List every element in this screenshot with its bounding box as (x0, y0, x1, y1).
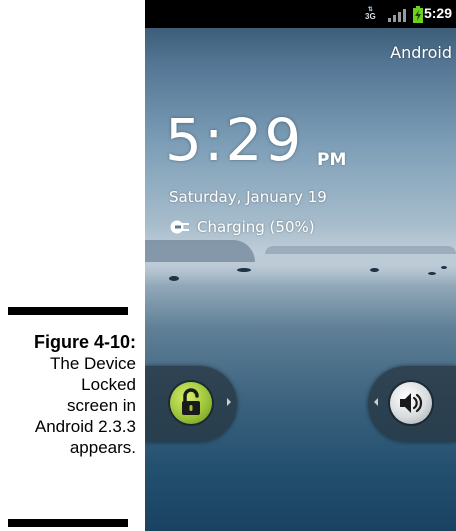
speaker-sound-icon (400, 393, 423, 413)
wallpaper-rock (169, 276, 179, 281)
unlock-slider[interactable] (145, 366, 237, 442)
caption-line: The Device (50, 354, 136, 373)
wallpaper-rock (441, 266, 447, 269)
sound-arrow-icon (374, 398, 378, 406)
date-label: Saturday, January 19 (169, 188, 327, 206)
wallpaper-hills (265, 246, 456, 254)
clock-ampm: PM (317, 150, 347, 170)
lock-screen: ⇅ 3G 5:29 Android 5:29 PM Saturday, Janu… (145, 0, 456, 531)
network-type-indicator: ⇅ 3G (365, 7, 376, 21)
battery-charging-icon (413, 6, 423, 23)
charging-plug-icon (170, 220, 189, 234)
caption-line: appears. (69, 438, 136, 457)
caption-title: Figure 4-10: (33, 332, 136, 352)
unlock-handle[interactable] (170, 382, 212, 424)
status-time: 5:29 (423, 5, 452, 21)
unlock-arrow-icon (227, 398, 231, 406)
clock-time: 5:29 (165, 106, 304, 174)
caption-line: Android 2.3.3 (34, 417, 136, 436)
charging-status: Charging (50%) (169, 218, 315, 236)
sound-toggle-slider[interactable] (368, 366, 456, 442)
charging-text: Charging (50%) (197, 218, 315, 236)
caption-bottom-rule (8, 519, 128, 527)
caption-top-rule (8, 307, 128, 315)
wallpaper-rock (370, 268, 379, 272)
wallpaper-rock (428, 272, 436, 275)
status-bar: ⇅ 3G 5:29 (145, 0, 456, 28)
unlock-padlock-icon (182, 388, 200, 415)
carrier-label: Android (390, 43, 452, 62)
caption-line: Locked (81, 375, 136, 394)
figure-caption: Figure 4-10: The Device Locked screen in… (0, 332, 136, 458)
wallpaper-rock (237, 268, 251, 272)
sound-handle[interactable] (390, 382, 432, 424)
caption-line: screen in (67, 396, 136, 415)
wallpaper-mountain (145, 240, 255, 262)
signal-bars-icon (388, 9, 406, 22)
